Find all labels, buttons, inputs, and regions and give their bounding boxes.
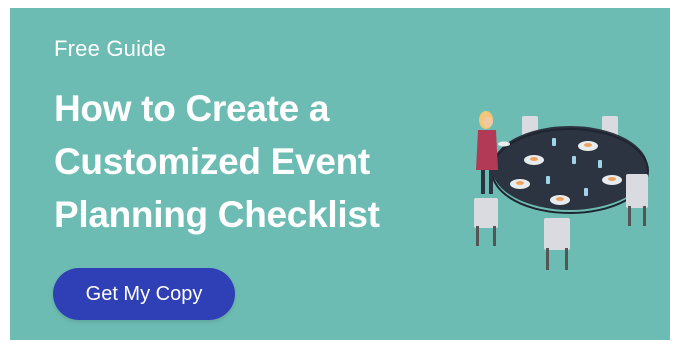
headline: How to Create a Customized Event Plannin… <box>54 82 454 241</box>
headline-line: How to Create a <box>54 88 330 129</box>
promo-banner[interactable]: Free Guide How to Create a Customized Ev… <box>10 8 670 340</box>
chair-icon <box>626 174 648 226</box>
chair-icon <box>474 198 498 246</box>
event-table-illustration-icon <box>474 111 649 270</box>
chair-icon <box>544 218 570 270</box>
eyebrow-label: Free Guide <box>54 36 167 61</box>
headline-line: Customized Event <box>54 141 370 182</box>
get-my-copy-button[interactable]: Get My Copy <box>53 268 235 320</box>
headline-line: Planning Checklist <box>54 194 380 235</box>
table-top <box>492 126 648 210</box>
